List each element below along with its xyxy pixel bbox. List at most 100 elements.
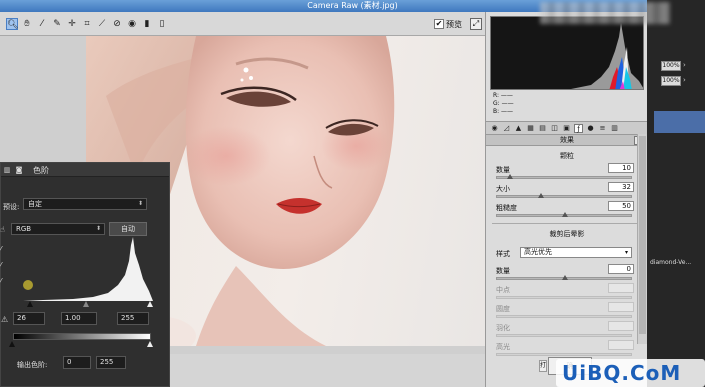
channel-dropdown[interactable]: RGB ⬍ (11, 223, 105, 235)
chevron-right-icon[interactable]: › (683, 61, 686, 69)
target-adjust-icon[interactable]: ☝ (0, 225, 5, 234)
input-white-handle[interactable] (147, 301, 153, 307)
chevron-right-icon[interactable]: › (683, 76, 686, 84)
detail-tab-icon[interactable]: ▲ (514, 124, 523, 133)
grain-roughness-field[interactable]: 50 (608, 201, 634, 211)
clipping-warning-icon[interactable]: ⚠ (1, 315, 8, 324)
vignette-style-label: 样式 (496, 250, 510, 258)
color-sampler-icon[interactable]: ✎︎ (51, 18, 63, 30)
chevron-down-icon: ⬍ (137, 200, 143, 207)
vignette-midpoint-field (608, 283, 634, 293)
chevron-down-icon: ▾ (624, 249, 628, 256)
input-white-field[interactable]: 255 (117, 312, 149, 325)
fullscreen-button[interactable]: ⤢ (470, 18, 482, 30)
vignette-highlights-field (608, 340, 634, 350)
input-black-field[interactable]: 26 (13, 312, 45, 325)
output-black-field[interactable]: 0 (63, 356, 91, 369)
basic-tab-icon[interactable]: ◉ (490, 124, 499, 133)
hsl-tab-icon[interactable]: ▦ (526, 124, 535, 133)
snapshots-tab-icon[interactable]: ▥ (610, 124, 619, 133)
grain-section-title: 颗粒 (560, 152, 574, 160)
presets-tab-icon[interactable]: ≡ (598, 124, 607, 133)
panel-scroll-thumb[interactable] (639, 136, 646, 334)
window-title: Camera Raw (素材.jpg) (307, 1, 398, 10)
grain-roughness-label: 粗糙度 (496, 204, 517, 212)
targeted-adjustment-icon[interactable]: ✛ (66, 18, 78, 30)
red-eye-icon[interactable]: ◉ (126, 18, 138, 30)
grain-size-thumb[interactable] (538, 193, 544, 198)
graduated-filter-icon[interactable]: ▯ (156, 18, 168, 30)
site-logo: UiBQ.CoM (556, 359, 705, 387)
output-white-handle[interactable] (147, 341, 153, 347)
histogram-icon: ▥ (3, 166, 11, 174)
input-black-handle[interactable] (27, 301, 33, 307)
tone-curve-tab-icon[interactable]: ◿ (502, 124, 511, 133)
r-readout: R: —— (493, 92, 513, 99)
vignette-highlights-slider (496, 353, 632, 356)
vignette-amount-field[interactable]: 0 (608, 264, 634, 274)
vignette-feather-label: 羽化 (496, 324, 510, 332)
fill-field[interactable]: 100% (661, 76, 681, 86)
levels-header: ▥ ◙ 色阶 (1, 163, 169, 177)
channel-value: RGB (16, 225, 32, 233)
section-divider (492, 223, 640, 224)
vignette-style-value: 高光优先 (524, 248, 552, 256)
effects-tab-icon[interactable]: ▣ (562, 124, 571, 133)
preset-dropdown[interactable]: 自定 ⬍ (23, 198, 147, 210)
input-gamma-handle[interactable] (83, 301, 89, 307)
adjustment-panel: R: —— G: —— B: —— ◉ ◿ ▲ ▦ ▤ ◫ ▣ ƒ ● ≡ ▥ … (485, 12, 648, 387)
black-eyedropper-icon[interactable]: ⁄ (0, 245, 1, 254)
straighten-icon[interactable]: ⟋ (96, 18, 108, 30)
auto-button[interactable]: 自动 (109, 222, 147, 236)
selected-layer[interactable] (654, 111, 705, 133)
vignette-midpoint-label: 中点 (496, 286, 510, 294)
hand-icon[interactable]: ✋︎ (21, 18, 33, 30)
preview-checkbox[interactable]: ✔ (434, 19, 444, 29)
opacity-field[interactable]: 100% (661, 61, 681, 71)
grain-roughness-slider[interactable] (496, 212, 632, 217)
grain-amount-thumb[interactable] (507, 174, 513, 179)
panel-tab-bar: ◉ ◿ ▲ ▦ ▤ ◫ ▣ ƒ ● ≡ ▥ (486, 121, 648, 135)
grain-size-slider[interactable] (496, 193, 632, 198)
crop-icon[interactable]: ⌗ (81, 18, 93, 30)
white-balance-icon[interactable]: ⁄ (36, 18, 48, 30)
layer-name[interactable]: diamond-Ve... (650, 259, 691, 266)
vignette-style-dropdown[interactable]: 高光优先 ▾ (520, 247, 632, 258)
vignette-roundness-label: 圆度 (496, 305, 510, 313)
output-white-field[interactable]: 255 (96, 356, 126, 369)
grain-size-field[interactable]: 32 (608, 182, 634, 192)
panel-title: 效果 (560, 136, 574, 144)
white-eyedropper-icon[interactable]: ⁄ (0, 277, 1, 286)
grain-roughness-thumb[interactable] (562, 212, 568, 217)
cursor-indicator (23, 280, 33, 290)
output-gradient (13, 333, 151, 340)
panel-scrollbar[interactable] (637, 134, 647, 344)
gray-eyedropper-icon[interactable]: ⁄ (0, 261, 1, 270)
panel-header: 效果 ≡ (486, 135, 648, 146)
camera-calibration-tab-icon[interactable]: ● (586, 124, 595, 133)
vignette-section-title: 裁剪后晕影 (549, 230, 585, 238)
mask-icon[interactable]: ◙ (15, 166, 23, 174)
g-readout: G: —— (493, 100, 514, 107)
open-button[interactable]: 打 (539, 360, 547, 372)
rgb-readout: R: —— G: —— B: —— (490, 92, 644, 120)
input-gamma-field[interactable]: 1.00 (61, 312, 97, 325)
grain-amount-field[interactable]: 10 (608, 163, 634, 173)
split-toning-tab-icon[interactable]: ▤ (538, 124, 547, 133)
adjustment-brush-icon[interactable]: ▮ (141, 18, 153, 30)
vignette-amount-thumb[interactable] (562, 275, 568, 280)
lens-tab-icon[interactable]: ◫ (550, 124, 559, 133)
fx-tab-icon[interactable]: ƒ (574, 124, 583, 133)
grain-amount-slider[interactable] (496, 174, 632, 179)
vignette-amount-label: 数量 (496, 267, 510, 275)
spot-removal-icon[interactable]: ⊘ (111, 18, 123, 30)
vignette-midpoint-slider (496, 296, 632, 299)
logo-text: UiBQ.CoM (562, 361, 682, 385)
photoshop-side-panel (647, 0, 705, 387)
levels-dialog: ▥ ◙ 色阶 预设: 自定 ⬍ ☝ RGB ⬍ 自动 ⁄ ⁄ ⁄ ⚠ 26 1.… (0, 162, 170, 387)
levels-title: 色阶 (33, 166, 49, 175)
output-black-handle[interactable] (9, 341, 15, 347)
zoom-icon[interactable]: 🔍︎ (6, 18, 18, 30)
vignette-amount-slider[interactable] (496, 275, 632, 280)
preset-label: 预设: (3, 203, 20, 211)
